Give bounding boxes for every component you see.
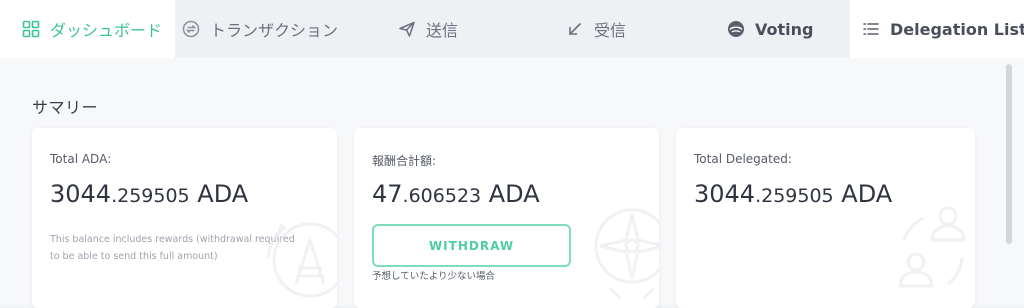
total-ada-value: 3044.259505 ADA <box>50 180 248 208</box>
tab-send-label: 送信 <box>426 21 459 40</box>
tab-receive[interactable]: 受信 <box>566 0 626 58</box>
withdraw-button[interactable]: WITHDRAW <box>372 224 571 267</box>
total-ada-int: 3044 <box>50 180 112 208</box>
tab-transactions-label: トランザクション <box>210 21 339 40</box>
total-ada-label: Total ADA: <box>50 152 112 166</box>
summary-title: サマリー <box>32 98 99 117</box>
send-icon <box>399 21 415 37</box>
rewards-frac: .606523 <box>402 185 482 207</box>
tab-dashboard[interactable]: ダッシュボード <box>0 0 175 58</box>
rewards-hint-link[interactable]: 予想していたより少ない場合 <box>372 268 495 282</box>
rewards-label: 報酬合計額: <box>372 154 437 168</box>
total-ada-unit: ADA <box>189 180 249 208</box>
total-delegated-label: Total Delegated: <box>694 152 792 166</box>
total-delegated-int: 3044 <box>694 180 756 208</box>
total-delegated-frac: .259505 <box>755 185 834 207</box>
ada-coin-icon <box>266 222 337 298</box>
tab-delegation-list[interactable]: Delegation List <box>850 0 1024 58</box>
compass-icon <box>594 208 659 300</box>
receive-icon <box>569 23 581 35</box>
list-icon <box>863 23 879 35</box>
tab-transactions[interactable]: トランザクション <box>182 0 338 58</box>
tab-send[interactable]: 送信 <box>398 0 458 58</box>
users-icon <box>898 206 966 288</box>
tab-bar: ダッシュボード トランザクション 送信 受信 Voting Delegation… <box>0 0 1024 58</box>
tab-voting-label: Voting <box>755 19 814 39</box>
tab-delegation-list-label: Delegation List <box>890 19 1024 39</box>
total-delegated-unit: ADA <box>833 180 893 208</box>
total-ada-frac: .259505 <box>111 185 190 207</box>
scrollbar[interactable] <box>1006 64 1012 244</box>
rewards-unit: ADA <box>481 180 540 208</box>
dashboard-icon <box>22 20 40 38</box>
rewards-int: 47 <box>372 180 403 208</box>
exchange-icon <box>182 20 200 38</box>
voting-icon <box>728 21 744 37</box>
total-delegated-card: Total Delegated: 3044.259505 ADA <box>676 128 975 308</box>
total-ada-card: Total ADA: 3044.259505 ADA This balance … <box>32 128 337 308</box>
rewards-value: 47.606523 ADA <box>372 180 540 208</box>
rewards-card: 報酬合計額: 47.606523 ADA WITHDRAW 予想していたより少な… <box>354 128 659 308</box>
tab-receive-label: 受信 <box>594 21 627 40</box>
tab-dashboard-label: ダッシュボード <box>50 21 163 40</box>
total-delegated-value: 3044.259505 ADA <box>694 180 892 208</box>
tab-voting[interactable]: Voting <box>727 0 813 58</box>
